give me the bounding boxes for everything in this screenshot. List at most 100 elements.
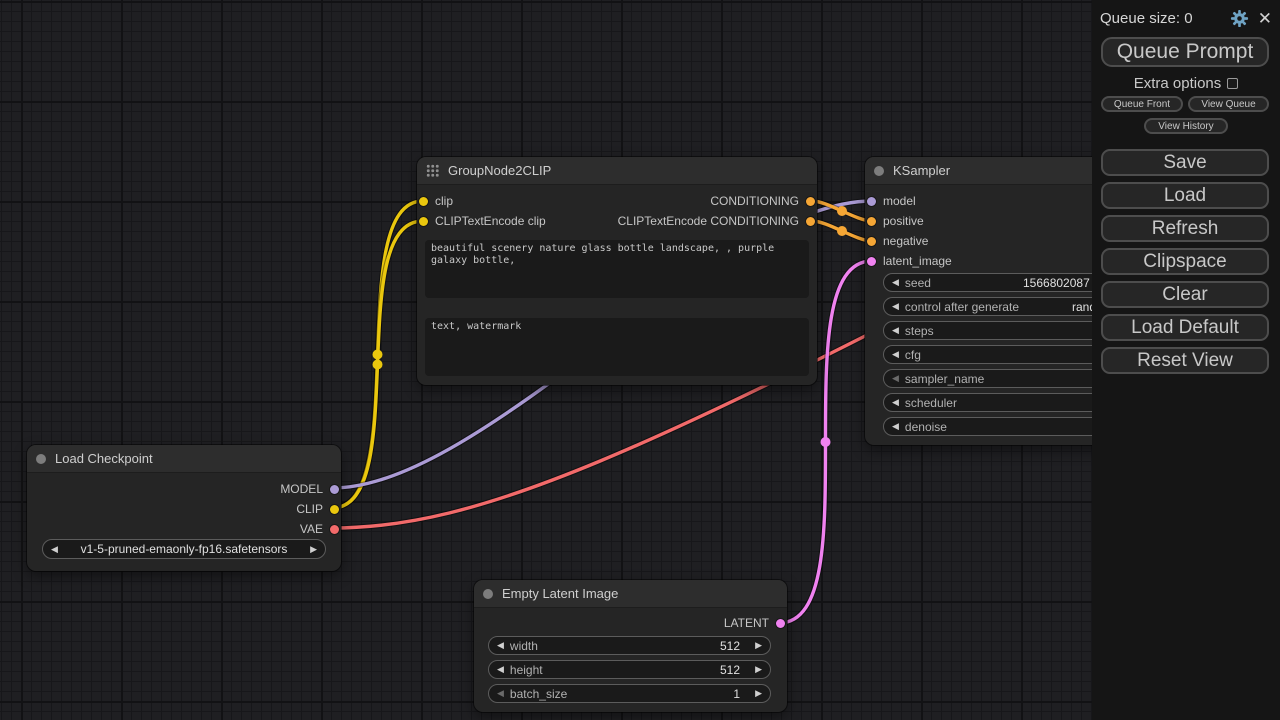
slot-label: LATENT: [724, 616, 769, 630]
widget-label: height: [510, 663, 543, 677]
next-arrow-icon[interactable]: ▶: [310, 545, 317, 554]
decrement-arrow-icon[interactable]: ◀: [892, 278, 899, 287]
output-dot-vae[interactable]: [330, 525, 339, 534]
output-slot-model[interactable]: MODEL: [280, 479, 339, 499]
reset-view-button[interactable]: Reset View: [1101, 347, 1269, 374]
input-slot-model[interactable]: model: [867, 191, 916, 211]
widget-label: control after generate: [905, 300, 1019, 314]
load-button[interactable]: Load: [1101, 182, 1269, 209]
output-dot-latent[interactable]: [776, 619, 785, 628]
node-header[interactable]: GroupNode2CLIP: [417, 157, 817, 185]
slot-label: latent_image: [883, 254, 952, 268]
prev-arrow-icon[interactable]: ◀: [51, 545, 58, 554]
input-dot-model[interactable]: [867, 197, 876, 206]
input-dot-clip[interactable]: [419, 217, 428, 226]
output-dot-conditioning[interactable]: [806, 197, 815, 206]
negative-prompt-textarea[interactable]: text, watermark: [425, 318, 809, 376]
decrement-arrow-icon[interactable]: ◀: [892, 422, 899, 431]
node-title: Load Checkpoint: [55, 451, 153, 466]
output-dot-clip[interactable]: [330, 505, 339, 514]
queue-prompt-button[interactable]: Queue Prompt: [1101, 37, 1269, 67]
slot-label: positive: [883, 214, 924, 228]
output-slot-latent[interactable]: LATENT: [724, 613, 785, 633]
load-default-button[interactable]: Load Default: [1101, 314, 1269, 341]
view-queue-button[interactable]: View Queue: [1188, 96, 1269, 112]
input-dot-conditioning[interactable]: [867, 217, 876, 226]
collapse-dot-icon[interactable]: [36, 454, 46, 464]
input-slot-clip[interactable]: clip: [419, 191, 453, 211]
increment-arrow-icon[interactable]: ▶: [755, 689, 762, 698]
close-icon[interactable]: ✕: [1258, 10, 1272, 27]
widget-ckpt-name[interactable]: ◀ v1-5-pruned-emaonly-fp16.safetensors ▶: [42, 539, 326, 559]
decrement-arrow-icon[interactable]: ◀: [892, 326, 899, 335]
output-slot-conditioning[interactable]: CONDITIONING: [710, 191, 815, 211]
output-dot-model[interactable]: [330, 485, 339, 494]
widget-cfg[interactable]: ◀ cfg: [883, 345, 1117, 364]
positive-prompt-textarea[interactable]: beautiful scenery nature glass bottle la…: [425, 240, 809, 298]
input-slot-positive[interactable]: positive: [867, 211, 924, 231]
extra-options-label: Extra options: [1134, 75, 1222, 92]
collapse-dot-icon[interactable]: [483, 589, 493, 599]
node-load-checkpoint[interactable]: Load Checkpoint MODEL CLIP VAE ◀ v1-5-pr…: [27, 445, 341, 571]
input-slot-negative[interactable]: negative: [867, 231, 928, 251]
widget-value: 512: [720, 639, 740, 653]
output-slot-vae[interactable]: VAE: [300, 519, 339, 539]
widget-denoise[interactable]: ◀ denoise: [883, 417, 1117, 436]
decrement-arrow-icon[interactable]: ◀: [892, 374, 899, 383]
increment-arrow-icon[interactable]: ▶: [755, 665, 762, 674]
queue-size-label: Queue size: 0: [1100, 10, 1193, 27]
widget-steps[interactable]: ◀ steps: [883, 321, 1117, 340]
settings-gear-icon[interactable]: [1230, 9, 1249, 28]
widget-seed[interactable]: ◀ seed 1566802087: [883, 273, 1117, 292]
widget-height[interactable]: ◀ height 512 ▶: [488, 660, 771, 679]
widget-control-after-generate[interactable]: ◀ control after generate randomize: [883, 297, 1117, 316]
input-dot-conditioning[interactable]: [867, 237, 876, 246]
output-slot-cliptextencode-conditioning[interactable]: CLIPTextEncode CONDITIONING: [618, 211, 815, 231]
refresh-button[interactable]: Refresh: [1101, 215, 1269, 242]
widget-width[interactable]: ◀ width 512 ▶: [488, 636, 771, 655]
group-node-icon: [426, 164, 439, 177]
input-slot-latent-image[interactable]: latent_image: [867, 251, 952, 271]
collapse-dot-icon[interactable]: [874, 166, 884, 176]
slot-label: clip: [435, 194, 453, 208]
increment-arrow-icon[interactable]: ▶: [755, 641, 762, 650]
input-dot-latent[interactable]: [867, 257, 876, 266]
widget-label: cfg: [905, 348, 921, 362]
decrement-arrow-icon[interactable]: ◀: [497, 641, 504, 650]
widget-label: seed: [905, 276, 931, 290]
slot-label: CLIP: [296, 502, 323, 516]
output-slot-clip[interactable]: CLIP: [296, 499, 339, 519]
decrement-arrow-icon[interactable]: ◀: [892, 350, 899, 359]
node-header[interactable]: Empty Latent Image: [474, 580, 787, 608]
widget-sampler-name[interactable]: ◀ sampler_name: [883, 369, 1117, 388]
widget-value: v1-5-pruned-emaonly-fp16.safetensors: [64, 542, 304, 556]
widget-batch-size[interactable]: ◀ batch_size 1 ▶: [488, 684, 771, 703]
decrement-arrow-icon[interactable]: ◀: [497, 689, 504, 698]
widget-value: 1566802087: [1023, 276, 1090, 290]
node-title: Empty Latent Image: [502, 586, 618, 601]
node-groupnode2clip[interactable]: GroupNode2CLIP clip CLIPTextEncode clip …: [417, 157, 817, 385]
slot-label: CONDITIONING: [710, 194, 799, 208]
save-button[interactable]: Save: [1101, 149, 1269, 176]
widget-scheduler[interactable]: ◀ scheduler: [883, 393, 1117, 412]
node-header[interactable]: Load Checkpoint: [27, 445, 341, 473]
queue-front-button[interactable]: Queue Front: [1101, 96, 1183, 112]
node-title: KSampler: [893, 163, 950, 178]
comfy-menu-panel: Queue size: 0 ✕ Queue Prompt Extra optio…: [1092, 0, 1280, 720]
decrement-arrow-icon[interactable]: ◀: [497, 665, 504, 674]
view-history-button[interactable]: View History: [1144, 118, 1228, 134]
widget-value: 1: [733, 687, 740, 701]
input-dot-clip[interactable]: [419, 197, 428, 206]
decrement-arrow-icon[interactable]: ◀: [892, 302, 899, 311]
widget-label: sampler_name: [905, 372, 984, 386]
output-dot-conditioning[interactable]: [806, 217, 815, 226]
node-empty-latent-image[interactable]: Empty Latent Image LATENT ◀ width 512 ▶ …: [474, 580, 787, 712]
extra-options-checkbox[interactable]: [1227, 78, 1238, 89]
input-slot-cliptextencode-clip[interactable]: CLIPTextEncode clip: [419, 211, 546, 231]
node-graph-canvas[interactable]: GroupNode2CLIP clip CLIPTextEncode clip …: [0, 0, 1280, 720]
widget-label: steps: [905, 324, 934, 338]
clear-button[interactable]: Clear: [1101, 281, 1269, 308]
node-title: GroupNode2CLIP: [448, 163, 551, 178]
decrement-arrow-icon[interactable]: ◀: [892, 398, 899, 407]
clipspace-button[interactable]: Clipspace: [1101, 248, 1269, 275]
